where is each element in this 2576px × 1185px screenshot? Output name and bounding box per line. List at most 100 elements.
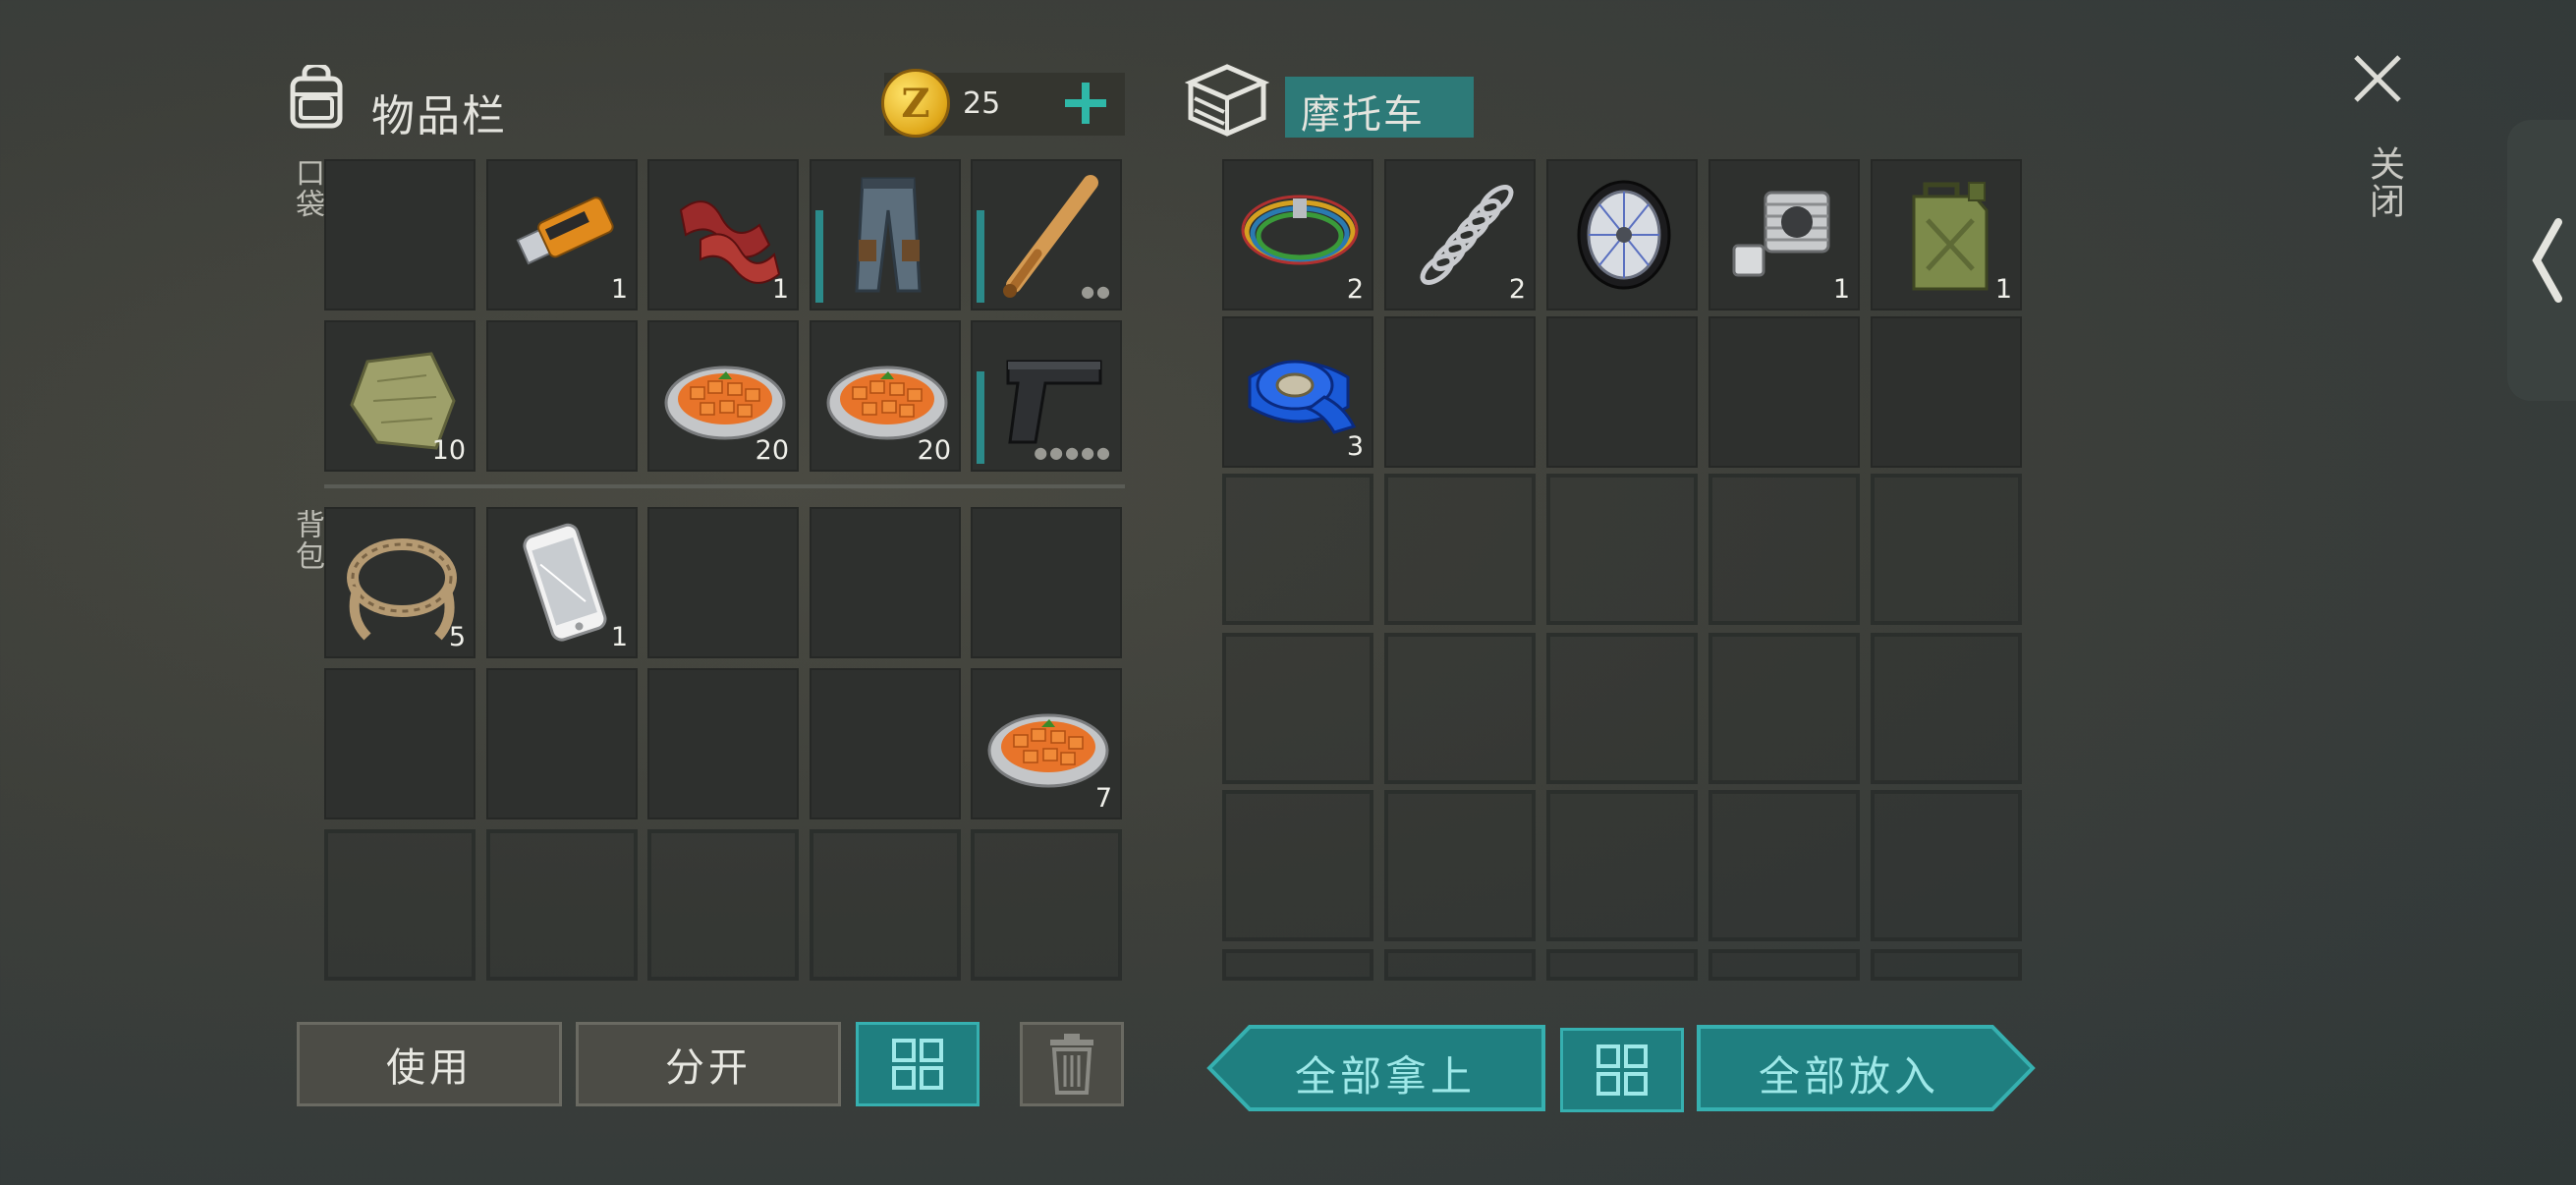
close-icon bbox=[2354, 55, 2401, 102]
inventory-slot-empty[interactable] bbox=[1546, 949, 1698, 981]
inventory-slot-empty[interactable] bbox=[1222, 474, 1373, 625]
inventory-slot-empty[interactable] bbox=[971, 829, 1122, 981]
inventory-slot-smartphone[interactable]: 1 bbox=[486, 507, 638, 658]
inventory-slot-empty[interactable] bbox=[1871, 474, 2022, 625]
trash-icon bbox=[1050, 1034, 1093, 1095]
inventory-slot-empty[interactable] bbox=[971, 507, 1122, 658]
backpack-label: 背包 bbox=[290, 509, 324, 572]
spring-icon bbox=[1420, 185, 1514, 285]
rope-icon bbox=[347, 538, 457, 641]
close-button[interactable] bbox=[2350, 51, 2405, 106]
inventory-slot-carrot-dish[interactable]: 7 bbox=[971, 668, 1122, 819]
side-panel-tab[interactable] bbox=[2507, 120, 2576, 401]
inventory-slot-empty[interactable] bbox=[486, 320, 638, 472]
smartphone-icon bbox=[523, 523, 607, 642]
inventory-slot-wheel[interactable] bbox=[1546, 159, 1698, 310]
item-count: 1 bbox=[771, 274, 789, 305]
take-all-button[interactable]: 全部拿上 bbox=[1206, 1024, 1546, 1112]
backpack-icon bbox=[285, 62, 348, 130]
wheel-icon bbox=[1577, 180, 1671, 290]
container-title: 摩托车 bbox=[1301, 92, 1425, 138]
inventory-slot-empty[interactable] bbox=[1708, 316, 1860, 468]
take-all-label: 全部拿上 bbox=[1295, 1052, 1477, 1100]
inventory-slot-empty[interactable] bbox=[486, 829, 638, 981]
inventory-slot-duct-tape[interactable]: 3 bbox=[1222, 316, 1373, 468]
put-all-button[interactable]: 全部放入 bbox=[1696, 1024, 2036, 1112]
inventory-slot-empty[interactable] bbox=[324, 829, 476, 981]
item-count: 10 bbox=[431, 435, 466, 466]
inventory-slot-empty[interactable] bbox=[1384, 790, 1536, 941]
inventory-slot-empty[interactable] bbox=[810, 829, 961, 981]
inventory-slot-engine-cylinder[interactable]: 1 bbox=[1708, 159, 1860, 310]
put-all-label: 全部放入 bbox=[1759, 1052, 1940, 1100]
inventory-slot-wires[interactable]: 2 bbox=[1222, 159, 1373, 310]
item-count: 1 bbox=[1994, 274, 2012, 305]
item-count: 2 bbox=[1346, 274, 1364, 305]
pants-icon bbox=[855, 177, 922, 293]
inventory-slot-carrot-dish[interactable]: 20 bbox=[647, 320, 799, 472]
wires-icon bbox=[1241, 195, 1359, 265]
inventory-slot-empty[interactable] bbox=[647, 829, 799, 981]
duct-tape-icon bbox=[1248, 360, 1357, 434]
inventory-slot-empty[interactable] bbox=[486, 668, 638, 819]
inventory-slot-cloth-scrap[interactable]: 10 bbox=[324, 320, 476, 472]
durability-bar bbox=[977, 210, 984, 303]
inventory-slot-usb-drive[interactable]: 1 bbox=[486, 159, 638, 310]
engine-cylinder-icon bbox=[1732, 191, 1830, 277]
inventory-slot-empty[interactable] bbox=[1222, 633, 1373, 784]
delete-button[interactable] bbox=[1020, 1022, 1124, 1106]
inventory-slot-empty[interactable] bbox=[1708, 949, 1860, 981]
inventory-slot-empty[interactable] bbox=[1871, 790, 2022, 941]
container-box-icon bbox=[1184, 61, 1270, 140]
inventory-slot-bacon[interactable]: 1 bbox=[647, 159, 799, 310]
inventory-slot-empty[interactable] bbox=[1871, 316, 2022, 468]
sort-container-button[interactable] bbox=[1560, 1028, 1684, 1112]
inventory-slot-empty[interactable] bbox=[1546, 633, 1698, 784]
inventory-slot-empty[interactable] bbox=[1871, 633, 2022, 784]
inventory-slot-empty[interactable] bbox=[810, 668, 961, 819]
inventory-slot-empty[interactable] bbox=[1222, 949, 1373, 981]
inventory-slot-empty[interactable] bbox=[1384, 949, 1536, 981]
inventory-slot-empty[interactable] bbox=[1384, 633, 1536, 784]
split-button[interactable]: 分开 bbox=[576, 1022, 841, 1106]
durability-bar bbox=[815, 210, 823, 303]
inventory-slot-empty[interactable] bbox=[647, 668, 799, 819]
inventory-slot-empty[interactable] bbox=[324, 668, 476, 819]
carrot-dish-icon bbox=[987, 713, 1109, 788]
inventory-slot-empty[interactable] bbox=[1546, 474, 1698, 625]
close-label: 关闭 bbox=[2364, 145, 2404, 220]
add-coins-button[interactable] bbox=[1061, 79, 1110, 128]
item-count: 2 bbox=[1508, 274, 1526, 305]
inventory-slot-rope[interactable]: 5 bbox=[324, 507, 476, 658]
inventory-slot-carrot-dish[interactable]: 20 bbox=[810, 320, 961, 472]
inventory-slot-empty[interactable] bbox=[1222, 790, 1373, 941]
grid-icon bbox=[1596, 1044, 1648, 1096]
bacon-icon bbox=[679, 200, 781, 284]
coin-icon: Z bbox=[881, 69, 950, 138]
inventory-slot-empty[interactable] bbox=[1384, 316, 1536, 468]
inventory-slot-pants[interactable] bbox=[810, 159, 961, 310]
sort-inventory-button[interactable] bbox=[856, 1022, 980, 1106]
inventory-slot-jerrycan[interactable]: 1 bbox=[1871, 159, 2022, 310]
inventory-slot-empty[interactable] bbox=[1871, 949, 2022, 981]
item-count: 7 bbox=[1094, 783, 1112, 814]
inventory-slot-empty[interactable] bbox=[1708, 474, 1860, 625]
inventory-slot-empty[interactable] bbox=[810, 507, 961, 658]
inventory-slot-empty[interactable] bbox=[1546, 316, 1698, 468]
grid-icon bbox=[892, 1039, 943, 1090]
inventory-slot-spring[interactable]: 2 bbox=[1384, 159, 1536, 310]
inventory-slot-pistol[interactable]: ●●●●● bbox=[971, 320, 1122, 472]
pocket-label: 口袋 bbox=[290, 157, 324, 220]
inventory-slot-empty[interactable] bbox=[1708, 633, 1860, 784]
durability-bar bbox=[977, 371, 984, 464]
chevron-left-icon bbox=[2532, 218, 2562, 303]
inventory-slot-baseball-bat[interactable]: ●● bbox=[971, 159, 1122, 310]
item-count: 1 bbox=[610, 622, 628, 652]
use-button[interactable]: 使用 bbox=[297, 1022, 562, 1106]
inventory-slot-empty[interactable] bbox=[1384, 474, 1536, 625]
item-count: 20 bbox=[917, 435, 951, 466]
inventory-slot-empty[interactable] bbox=[1708, 790, 1860, 941]
inventory-slot-empty[interactable] bbox=[1546, 790, 1698, 941]
inventory-slot-empty[interactable] bbox=[324, 159, 476, 310]
inventory-slot-empty[interactable] bbox=[647, 507, 799, 658]
